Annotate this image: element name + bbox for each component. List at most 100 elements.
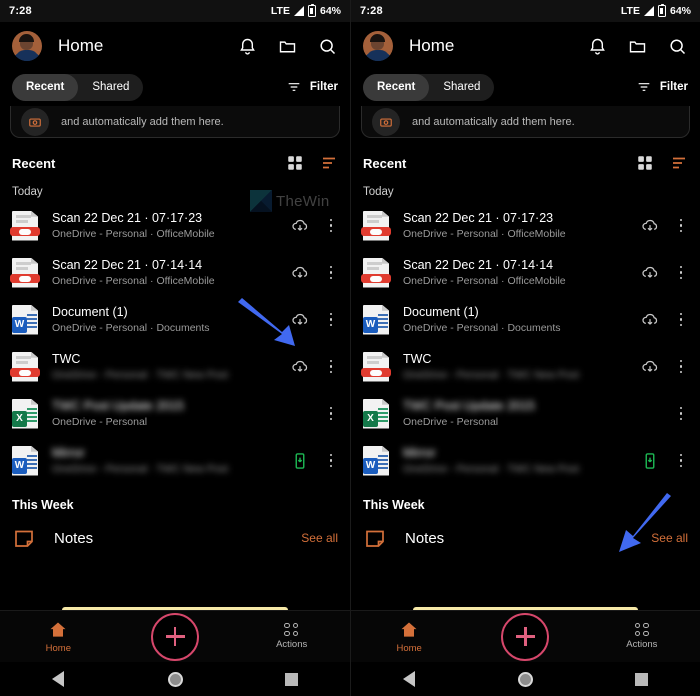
list-sort-icon[interactable] [670, 154, 688, 172]
cloud-download-icon[interactable] [290, 310, 310, 330]
filter-label: Filter [309, 81, 338, 93]
android-back-icon[interactable] [0, 671, 117, 687]
table-row[interactable]: Scan 22 Dec 21 · 07·17·23 OneDrive - Per… [0, 202, 350, 249]
user-avatar[interactable] [12, 31, 42, 61]
table-row[interactable]: Scan 22 Dec 21 · 07·14·14 OneDrive - Per… [351, 249, 700, 296]
row-overflow-menu-button[interactable] [324, 265, 338, 280]
table-row[interactable]: W Mirror OneDrive - Personal · TWC New P… [0, 437, 350, 484]
list-sort-icon[interactable] [320, 154, 338, 172]
file-name: Mirror [403, 446, 436, 460]
nav-label-home: Home [45, 642, 71, 654]
row-overflow-menu-button[interactable] [674, 265, 688, 280]
tab-shared[interactable]: Shared [429, 74, 494, 101]
nav-item-actions[interactable]: Actions [233, 622, 350, 651]
file-subtitle: OneDrive - Personal · Documents [403, 322, 561, 334]
table-row[interactable]: Scan 22 Dec 21 · 07·14·14 OneDrive - Per… [0, 249, 350, 296]
row-actions [640, 310, 688, 330]
file-name: Scan 22 Dec 21 · 07·14·14 [403, 258, 554, 272]
promo-card[interactable]: and automatically add them here. [10, 106, 340, 138]
filter-button[interactable]: Filter [636, 79, 688, 95]
file-subtitle: OneDrive - Personal · OfficeMobile [403, 275, 566, 287]
add-plus-fab[interactable] [501, 612, 550, 661]
app-bar: Home [0, 22, 350, 70]
pdf-file-icon [361, 257, 391, 288]
tab-recent[interactable]: Recent [12, 73, 79, 101]
row-overflow-menu-button[interactable] [324, 218, 338, 233]
page-title: Home [409, 36, 455, 55]
file-name: Document (1) [403, 305, 479, 319]
notifications-bell-icon[interactable] [587, 36, 608, 57]
row-actions [290, 357, 338, 377]
status-time: 7:28 [360, 5, 383, 17]
excel-file-icon: X [363, 398, 389, 429]
nav-item-add[interactable] [117, 612, 234, 661]
notes-label: Notes [54, 529, 94, 547]
cloud-download-icon[interactable] [640, 357, 660, 377]
table-row[interactable]: W Document (1) OneDrive - Personal · Doc… [351, 296, 700, 343]
row-overflow-menu-button[interactable] [324, 359, 338, 374]
promo-card[interactable]: and automatically add them here. [361, 106, 690, 138]
row-overflow-menu-button[interactable] [674, 312, 688, 327]
row-overflow-menu-button[interactable] [324, 312, 338, 327]
row-actions [290, 263, 338, 283]
search-icon[interactable] [317, 36, 338, 57]
word-file-icon: W [363, 304, 389, 335]
phone-screen-left: 7:28 LTE 64% Home Recent Shared Filter a… [0, 0, 350, 696]
row-overflow-menu-button[interactable] [324, 406, 338, 421]
file-list: Scan 22 Dec 21 · 07·17·23 OneDrive - Per… [0, 202, 350, 484]
actions-dots-icon [284, 622, 299, 637]
cloud-download-icon[interactable] [640, 310, 660, 330]
tab-recent[interactable]: Recent [363, 73, 430, 101]
add-plus-fab[interactable] [151, 612, 199, 661]
cloud-download-icon[interactable] [640, 263, 660, 283]
battery-icon [307, 3, 316, 17]
nav-label-actions: Actions [276, 639, 308, 651]
nav-item-add[interactable] [467, 612, 583, 661]
cloud-download-icon[interactable] [290, 357, 310, 377]
table-row[interactable]: W Document (1) OneDrive - Personal · Doc… [0, 296, 350, 343]
row-overflow-menu-button[interactable] [674, 218, 688, 233]
grid-view-icon[interactable] [636, 154, 654, 172]
table-row[interactable]: X TWC Post Update 2015 OneDrive - Person… [351, 390, 700, 437]
nav-item-actions[interactable]: Actions [584, 622, 700, 650]
cloud-download-icon[interactable] [640, 216, 660, 236]
user-avatar[interactable] [363, 31, 393, 61]
device-downloaded-icon[interactable] [640, 451, 660, 471]
folder-icon[interactable] [277, 36, 298, 57]
android-recents-icon[interactable] [233, 672, 350, 686]
row-overflow-menu-button[interactable] [674, 406, 688, 421]
android-recents-icon[interactable] [584, 672, 700, 686]
table-row[interactable]: X TWC Post Update 2015 OneDrive - Person… [0, 390, 350, 437]
tab-shared[interactable]: Shared [78, 74, 143, 101]
row-overflow-menu-button[interactable] [674, 453, 688, 468]
row-overflow-menu-button[interactable] [674, 359, 688, 374]
notifications-bell-icon[interactable] [237, 36, 258, 57]
table-row[interactable]: TWC OneDrive - Personal · TWC New Post [0, 343, 350, 390]
search-icon[interactable] [667, 36, 688, 57]
note-icon [15, 530, 33, 547]
table-row[interactable]: Scan 22 Dec 21 · 07·17·23 OneDrive - Per… [351, 202, 700, 249]
android-home-icon[interactable] [117, 671, 234, 687]
table-row[interactable]: TWC OneDrive - Personal · TWC New Post [351, 343, 700, 390]
nav-item-home[interactable]: Home [0, 620, 117, 654]
cloud-download-icon[interactable] [290, 216, 310, 236]
see-all-link[interactable]: See all [301, 531, 338, 545]
nav-item-home[interactable]: Home [351, 620, 467, 654]
filter-button[interactable]: Filter [286, 79, 338, 95]
pdf-file-icon [10, 351, 40, 382]
cloud-download-icon[interactable] [290, 263, 310, 283]
android-system-nav [351, 662, 700, 696]
file-name: Scan 22 Dec 21 · 07·17·23 [403, 211, 554, 225]
table-row[interactable]: W Mirror OneDrive - Personal · TWC New P… [351, 437, 700, 484]
android-back-icon[interactable] [351, 671, 467, 687]
notes-row[interactable]: Notes See all [351, 512, 700, 550]
device-downloaded-icon[interactable] [290, 451, 310, 471]
status-indicators: LTE 64% [271, 3, 341, 17]
row-overflow-menu-button[interactable] [324, 453, 338, 468]
android-home-icon[interactable] [467, 671, 583, 687]
notes-row[interactable]: Notes See all [0, 512, 350, 550]
date-group-this-week: This Week [12, 498, 74, 512]
see-all-link[interactable]: See all [651, 531, 688, 545]
grid-view-icon[interactable] [286, 154, 304, 172]
folder-icon[interactable] [627, 36, 648, 57]
